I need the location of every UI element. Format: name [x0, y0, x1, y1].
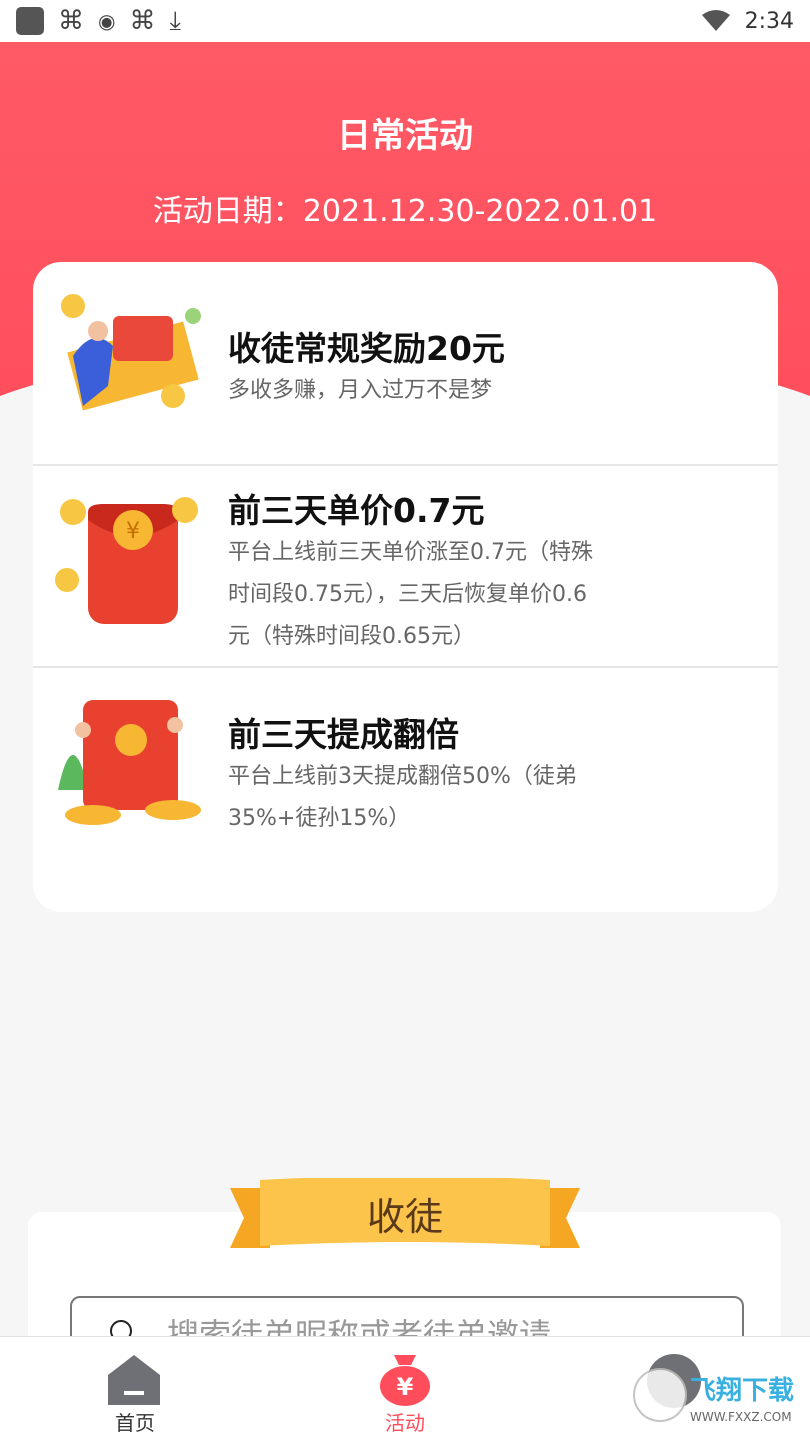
- status-time: 2:34: [744, 8, 794, 34]
- activity-title: 收徒常规奖励20元: [228, 329, 505, 368]
- tab-home-label: 首页: [115, 1411, 155, 1435]
- download-icon: ⤓: [169, 6, 181, 36]
- activity-card: 收徒常规奖励20元 多收多赚，月入过万不是梦 ¥ 前三天单价0.7元 平台上线前…: [33, 262, 778, 912]
- activity-title: 前三天单价0.7元: [228, 491, 485, 530]
- activity-desc: 多收多赚，月入过万不是梦: [228, 378, 493, 403]
- coins-person-illustration: [61, 294, 201, 411]
- celebration-illustration: [58, 700, 201, 825]
- activity-item[interactable]: ¥ 前三天单价0.7元 平台上线前三天单价涨至0.7元（特殊 时间段0.75元）…: [33, 464, 778, 668]
- activity-desc-line: 时间段0.75元），三天后恢复单价0.6: [228, 582, 587, 607]
- activity-desc-line: 35%+徒孙15%）: [228, 806, 411, 831]
- shield-icon: ◉: [98, 9, 116, 33]
- app-square-icon: [16, 7, 44, 35]
- recruit-banner-label: 收徒: [366, 1195, 443, 1239]
- wifi-icon: [701, 10, 730, 31]
- activity-desc-line: 平台上线前三天单价涨至0.7元（特殊: [228, 540, 593, 565]
- tab-activity[interactable]: ¥ 活动: [330, 1337, 480, 1441]
- activity-date: 活动日期：2021.12.30-2022.01.01: [152, 194, 658, 229]
- svg-text:¥: ¥: [126, 519, 140, 544]
- activity-item[interactable]: 前三天提成翻倍 平台上线前3天提成翻倍50%（徒弟 35%+徒孙15%）: [33, 666, 778, 912]
- watermark-logo: 飞翔下载 WWW.FXXZ.COM: [633, 1368, 794, 1424]
- activity-desc-line: 平台上线前3天提成翻倍50%（徒弟: [228, 764, 577, 789]
- tab-activity-label: 活动: [385, 1411, 425, 1435]
- activity-desc-line: 元（特殊时间段0.65元）: [228, 624, 475, 649]
- bug-icon: ⌘: [129, 6, 156, 36]
- status-bar: ⌘ ◉ ⌘ ⤓ 2:34: [0, 0, 810, 42]
- page-title: 日常活动: [337, 116, 473, 156]
- money-bag-icon: ¥: [380, 1355, 430, 1406]
- home-icon: [108, 1355, 160, 1405]
- activity-item[interactable]: 收徒常规奖励20元 多收多赚，月入过万不是梦: [33, 262, 778, 466]
- activity-title: 前三天提成翻倍: [228, 715, 459, 754]
- bug-icon: ⌘: [58, 6, 84, 36]
- tab-home[interactable]: 首页: [60, 1337, 210, 1441]
- red-envelope-illustration: ¥: [55, 497, 198, 624]
- svg-text:WWW.FXXZ.COM: WWW.FXXZ.COM: [690, 1410, 792, 1424]
- svg-text:飞翔下载: 飞翔下载: [690, 1376, 794, 1406]
- svg-text:¥: ¥: [397, 1373, 414, 1401]
